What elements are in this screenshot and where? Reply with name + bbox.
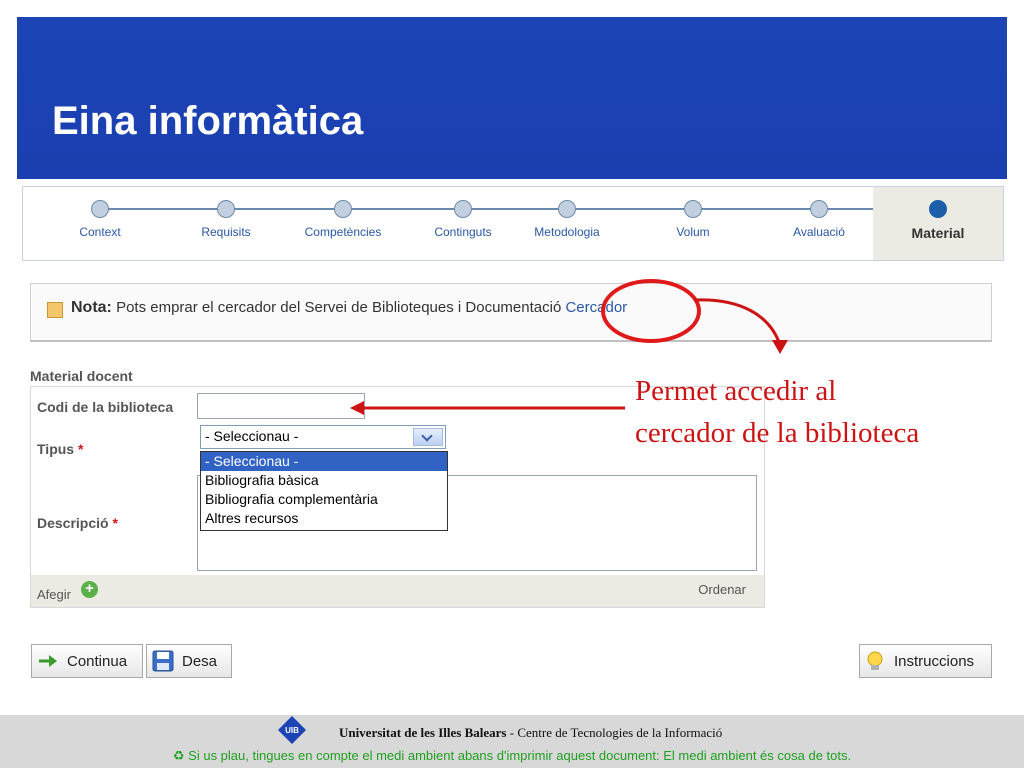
tipus-select[interactable]: - Seleccionau - (200, 425, 446, 449)
step-label: Material (911, 225, 965, 241)
university-name: Universitat de les Illes Balears (338, 725, 507, 740)
annotation-callout: Permet accedir al cercador de la bibliot… (635, 370, 919, 454)
annotation-line-1: Permet accedir al (635, 375, 837, 407)
step-dot (91, 200, 109, 218)
step-dot (810, 200, 828, 218)
eco-note: ♻ Si us plau, tingues en compte el medi … (0, 748, 1024, 764)
tipus-dropdown-list: - Seleccionau - Bibliografia bàsica Bibl… (200, 451, 448, 531)
page-title: Eina informàtica (52, 99, 364, 143)
step-dot (334, 200, 352, 218)
tipus-label: Tipus (37, 441, 75, 457)
codi-input[interactable] (197, 393, 365, 419)
step-avaluacio[interactable]: Avaluació (779, 187, 859, 260)
required-mark: * (112, 515, 118, 531)
step-context[interactable]: Context (60, 187, 140, 260)
note-text: Pots emprar el cercador del Servei de Bi… (116, 299, 562, 316)
required-mark: * (77, 441, 84, 457)
order-link[interactable]: Ordenar (698, 582, 746, 597)
dropdown-option[interactable]: Altres recursos (201, 509, 447, 528)
note-label: Nota: (71, 299, 112, 316)
arrow-head-down (772, 340, 788, 354)
highlight-circle (601, 279, 701, 343)
instructions-label: Instruccions (894, 653, 975, 670)
dropdown-option[interactable]: Bibliografia complementària (201, 490, 447, 509)
tipus-label-wrapper: Tipus * (37, 441, 83, 457)
eco-note-text: Si us plau, tingues en compte el medi am… (188, 748, 852, 763)
note-icon (47, 302, 63, 318)
centre-name: - Centre de Tecnologies de la Informació (509, 725, 723, 740)
step-dot (684, 200, 702, 218)
section-title: Material docent (30, 368, 133, 384)
recycle-icon: ♻ (172, 748, 185, 763)
continue-label: Continua (67, 653, 128, 670)
continue-button[interactable]: Continua (31, 644, 143, 678)
lightbulb-icon (867, 651, 883, 670)
step-dot-active (929, 200, 947, 218)
floppy-disk-icon (152, 650, 174, 672)
logo-text: UIB (285, 726, 299, 735)
annotation-line-2: cercador de la biblioteca (635, 417, 920, 449)
dropdown-option[interactable]: - Seleccionau - (201, 452, 447, 471)
descripcio-label: Descripció (37, 515, 109, 531)
add-link[interactable]: Afegir (37, 587, 71, 602)
step-competencies[interactable]: Competències (303, 187, 383, 260)
step-volum[interactable]: Volum (653, 187, 733, 260)
step-metodologia[interactable]: Metodologia (527, 187, 607, 260)
step-material[interactable]: Material (873, 187, 1003, 260)
tipus-select-value: - Seleccionau - (205, 428, 299, 444)
uib-logo: UIB (278, 716, 306, 744)
note-box: Nota: Pots emprar el cercador del Servei… (30, 283, 992, 342)
note-text-wrapper: Nota: Pots emprar el cercador del Servei… (71, 299, 627, 317)
dropdown-option[interactable]: Bibliografia bàsica (201, 471, 447, 490)
form-footer: Afegir + Ordenar (31, 575, 764, 607)
save-label: Desa (182, 653, 218, 670)
step-dot (217, 200, 235, 218)
step-continguts[interactable]: Continguts (423, 187, 503, 260)
chevron-down-icon[interactable] (413, 428, 443, 446)
instructions-button[interactable]: Instruccions (859, 644, 992, 678)
footer: Universitat de les Illes Balears - Centr… (0, 715, 1024, 768)
footer-institution: Universitat de les Illes Balears - Centr… (0, 725, 1024, 741)
step-navigation: Context Requisits Competències Contingut… (22, 186, 1004, 261)
step-dot (558, 200, 576, 218)
save-button[interactable]: Desa (146, 644, 232, 678)
step-requisits[interactable]: Requisits (186, 187, 266, 260)
descripcio-label-wrapper: Descripció * (37, 515, 118, 531)
add-icon[interactable]: + (81, 581, 98, 598)
step-dot (454, 200, 472, 218)
title-banner: Eina informàtica (17, 17, 1007, 179)
codi-label: Codi de la biblioteca (37, 399, 174, 415)
arrow-right-icon (39, 655, 57, 667)
